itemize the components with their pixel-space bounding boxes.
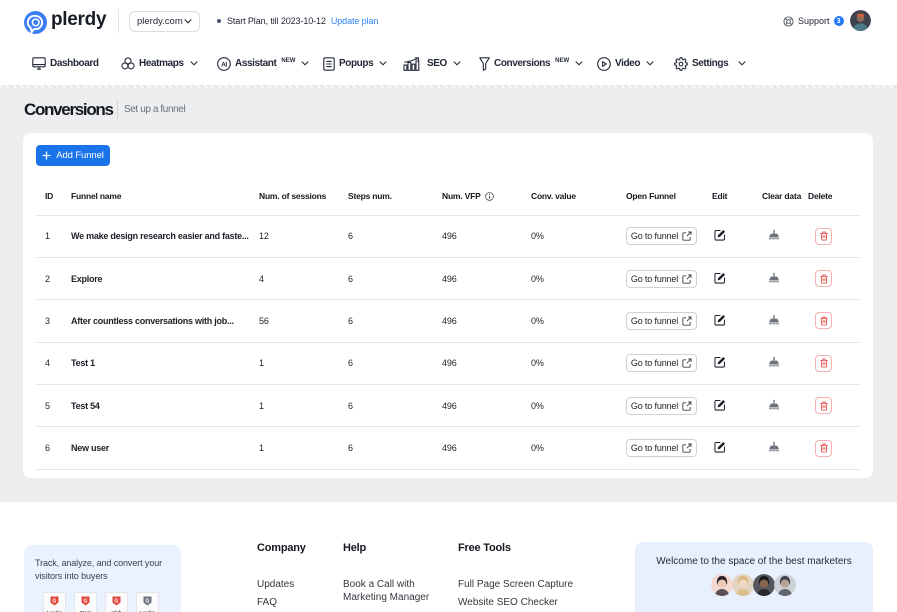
svg-text:G: G [146,598,150,604]
svg-text:G: G [115,598,119,604]
svg-text:AI: AI [221,61,227,68]
svg-text:G: G [84,598,88,604]
svg-text:G: G [53,598,57,604]
